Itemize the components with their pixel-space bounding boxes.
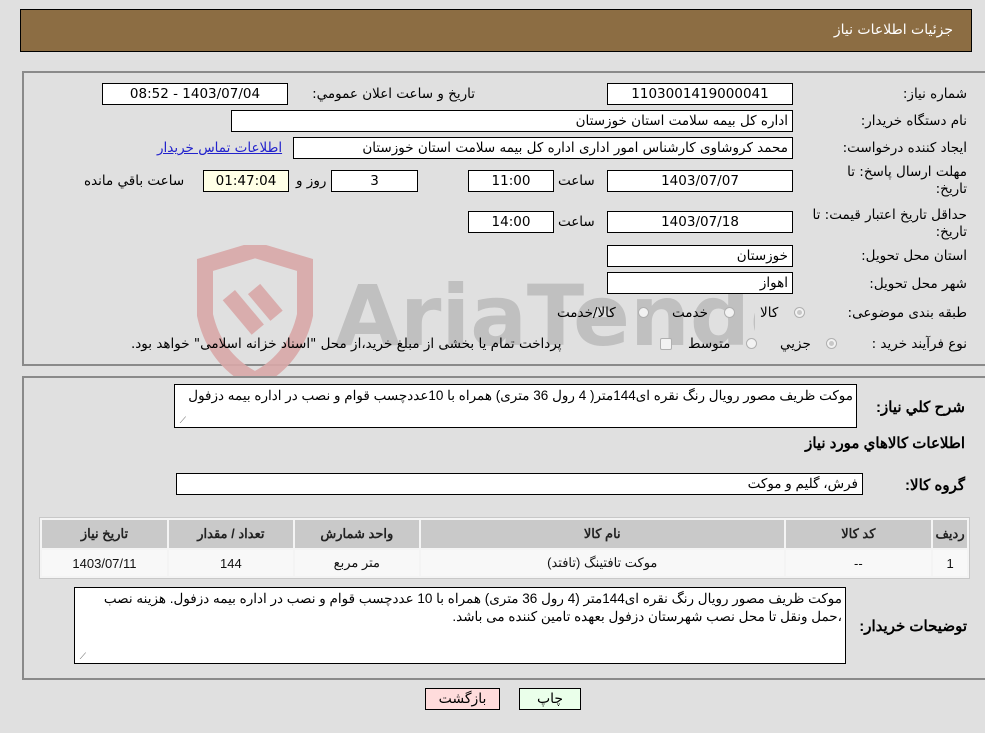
category-option-goods-service: کالا/خدمت [557, 305, 616, 321]
reply-deadline-time-label: ساعت [558, 173, 595, 189]
buyer-org-label: نام دستگاه خریدار: [860, 113, 967, 129]
purchase-type-radio-medium[interactable] [746, 338, 757, 349]
goods-group-field: فرش، گلیم و موکت [176, 473, 863, 495]
back-button[interactable]: بازگشت [425, 688, 500, 710]
announce-datetime-field: 1403/07/04 - 08:52 [102, 83, 288, 105]
print-button[interactable]: چاپ [519, 688, 581, 710]
cell-unit: متر مربع [294, 550, 419, 576]
category-option-goods: کالا [760, 305, 779, 321]
need-number-field: 1103001419000041 [607, 83, 793, 105]
price-validity-label: حداقل تاریخ اعتبار قیمت: تا [812, 207, 967, 223]
col-row-number: ردیف [933, 520, 967, 548]
reply-deadline-time-field: 11:00 [468, 170, 554, 192]
delivery-city-label: شهر محل تحویل: [869, 276, 967, 292]
buyer-notes-label: توضیحات خریدار: [859, 618, 967, 635]
cell-row-number: 1 [933, 550, 967, 576]
delivery-province-field: خوزستان [607, 245, 793, 267]
table-header-row: ردیف کد کالا نام کالا واحد شمارش تعداد /… [42, 520, 967, 548]
purchase-type-label: نوع فرآیند خرید : [871, 336, 967, 352]
buyer-notes-textarea[interactable]: موکت ظریف مصور رویال رنگ نقره ای144متر (… [74, 587, 846, 664]
price-validity-time-label: ساعت [558, 214, 595, 230]
need-number-label: شماره نیاز: [902, 86, 967, 102]
purchase-type-option-minor: جزيي [780, 336, 811, 352]
category-label: طبقه بندی موضوعی: [847, 305, 967, 321]
category-option-service: خدمت [672, 305, 708, 321]
col-goods-name: نام کالا [420, 520, 784, 548]
treasury-checkbox[interactable] [660, 338, 672, 350]
page-title: جزئیات اطلاعات نیاز [833, 22, 953, 38]
col-goods-code: کد کالا [785, 520, 932, 548]
reply-deadline-label-2: تاریخ: [935, 181, 967, 197]
delivery-province-label: استان محل تحویل: [861, 248, 967, 264]
cell-quantity: 144 [168, 550, 293, 576]
category-radio-service[interactable] [724, 307, 735, 318]
col-need-date: تاریخ نیاز [42, 520, 167, 548]
cell-goods-name: موکت تافتینگ (تافتد) [420, 550, 784, 576]
goods-info-title: اطلاعات كالاهاي مورد نياز [805, 435, 965, 452]
price-validity-label-2: تاریخ: [935, 224, 967, 240]
requester-label: ایجاد کننده درخواست: [842, 140, 967, 156]
goods-group-label: گروه کالا: [905, 477, 965, 494]
purchase-type-option-medium: متوسط [688, 336, 731, 352]
remaining-days-field: 3 [331, 170, 418, 192]
col-quantity: تعداد / مقدار [168, 520, 293, 548]
cell-goods-code: -- [785, 550, 932, 576]
table-row: 1 -- موکت تافتینگ (تافتد) متر مربع 144 1… [42, 550, 967, 576]
reply-deadline-date-field: 1403/07/07 [607, 170, 793, 192]
resize-grip-icon[interactable]: ⟋ [77, 652, 86, 661]
delivery-city-field: اهواز [607, 272, 793, 294]
buyer-contact-link[interactable]: اطلاعات تماس خریدار [157, 140, 282, 156]
col-unit: واحد شمارش [294, 520, 419, 548]
remaining-time-label: ساعت باقي مانده [84, 173, 185, 189]
category-radio-goods-service[interactable] [638, 307, 649, 318]
summary-textarea[interactable]: موکت ظریف مصور رویال رنگ نقره ای144متر( … [174, 384, 857, 428]
price-validity-date-field: 1403/07/18 [607, 211, 793, 233]
summary-text: موکت ظریف مصور رویال رنگ نقره ای144متر( … [188, 388, 853, 403]
cell-need-date: 1403/07/11 [42, 550, 167, 576]
summary-label: شرح كلي نياز: [876, 399, 965, 416]
requester-field: محمد کروشاوی کارشناس امور اداری اداره کل… [293, 137, 793, 159]
category-radio-goods[interactable] [794, 307, 805, 318]
treasury-note: پرداخت تمام یا بخشی از مبلغ خرید،از محل … [131, 336, 562, 352]
goods-table: ردیف کد کالا نام کالا واحد شمارش تعداد /… [39, 517, 970, 579]
page-header: جزئیات اطلاعات نیاز [20, 9, 972, 52]
buyer-org-field: اداره کل بیمه سلامت استان خوزستان [231, 110, 793, 132]
announce-datetime-label: تاریخ و ساعت اعلان عمومي: [312, 86, 475, 102]
price-validity-time-field: 14:00 [468, 211, 554, 233]
purchase-type-radio-minor[interactable] [826, 338, 837, 349]
buyer-notes-text: موکت ظریف مصور رویال رنگ نقره ای144متر (… [103, 591, 842, 624]
remaining-time-field: 01:47:04 [203, 170, 289, 192]
reply-deadline-label: مهلت ارسال پاسخ: تا [847, 164, 967, 180]
resize-grip-icon[interactable]: ⟋ [177, 416, 186, 425]
remaining-days-label: روز و [296, 173, 327, 189]
